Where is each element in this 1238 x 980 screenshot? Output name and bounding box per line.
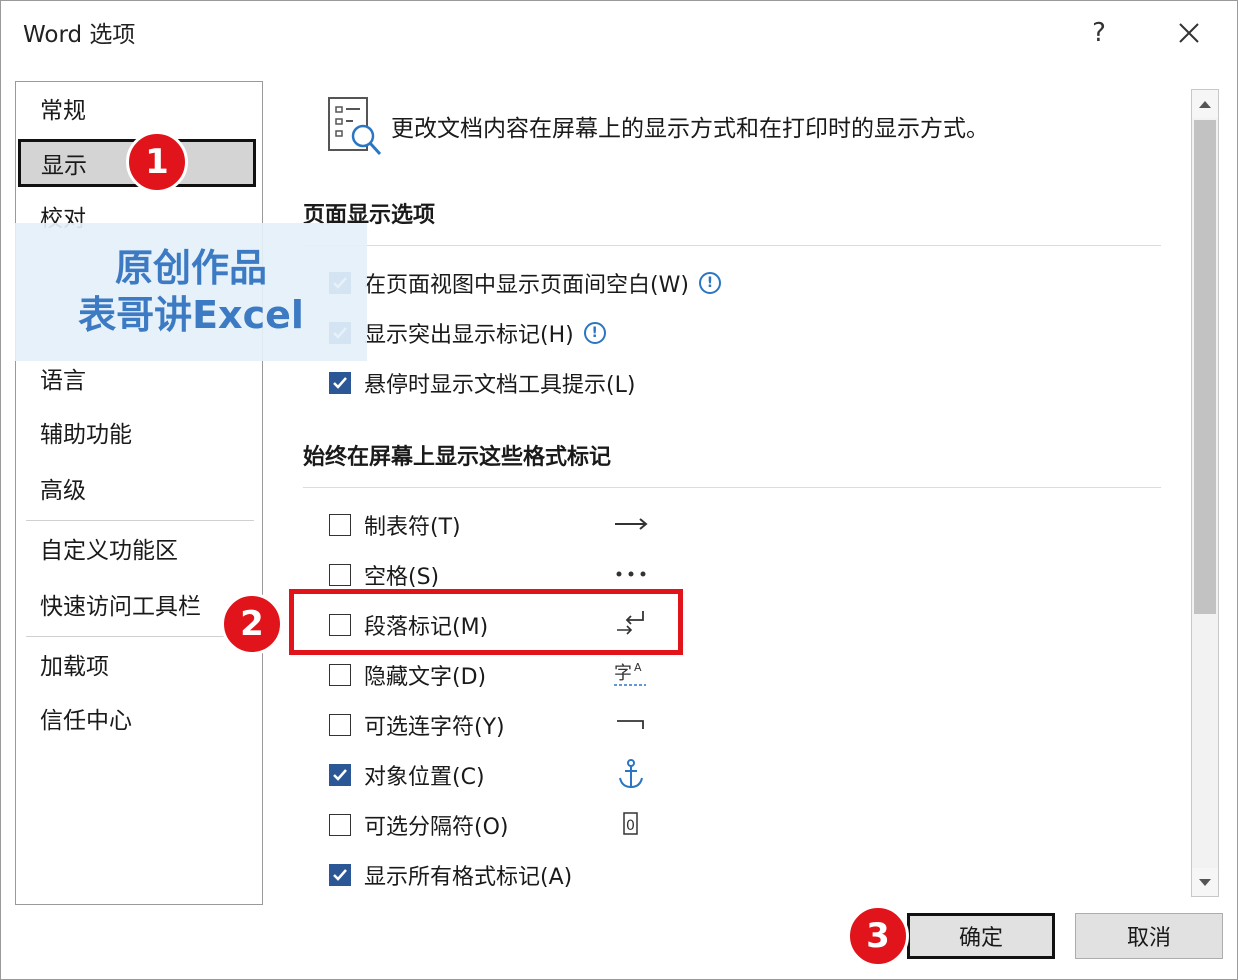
hyphen-mark-symbol — [611, 709, 651, 739]
option-object-anchors[interactable]: 对象位置(C) — [329, 761, 485, 790]
checkbox-show-tooltips[interactable] — [329, 372, 351, 394]
option-show-highlighter[interactable]: 显示突出显示标记(H) ! — [329, 319, 606, 348]
checkmark-icon — [333, 769, 347, 781]
svg-text:A: A — [634, 661, 642, 674]
triangle-down-icon — [1199, 878, 1211, 886]
anchor-mark-symbol — [611, 759, 651, 789]
scroll-thumb[interactable] — [1194, 120, 1216, 614]
option-label: 在页面视图中显示页面间空白(W) — [364, 273, 689, 298]
watermark-line1: 原创作品 — [114, 245, 267, 290]
paragraph-marks-highlight-box — [289, 589, 683, 655]
hidden-text-icon: 字A — [614, 661, 646, 686]
info-icon[interactable]: ! — [698, 272, 721, 294]
not-sign-icon — [617, 720, 644, 729]
option-label: 空格(S) — [364, 565, 440, 590]
question-mark-icon: ? — [1092, 18, 1106, 48]
close-icon — [1179, 23, 1199, 43]
triangle-up-icon — [1199, 100, 1211, 108]
info-icon[interactable]: ! — [583, 322, 606, 344]
display-options-panel: 更改文档内容在屏幕上的显示方式和在打印时的显示方式。 页面显示选项 在页面视图中… — [263, 81, 1193, 903]
display-settings-icon — [328, 97, 382, 156]
checkbox-optional-breaks[interactable] — [329, 814, 351, 836]
scroll-up-button[interactable] — [1192, 90, 1218, 118]
category-nav: 常规 显示 校对 语言 辅助功能 高级 自定义功能区 快速访问工具栏 加载项 信… — [15, 81, 263, 905]
option-label: 隐藏文字(D) — [364, 665, 487, 690]
checkbox-hidden-text[interactable] — [329, 664, 351, 686]
section-title-formatting-marks: 始终在屏幕上显示这些格式标记 — [303, 445, 612, 470]
option-label: 显示突出显示标记(H) — [364, 323, 574, 348]
dots-icon — [616, 571, 646, 577]
nav-item-language[interactable]: 语言 — [40, 358, 86, 398]
tab-mark-symbol — [611, 509, 651, 539]
section-divider — [303, 245, 1161, 246]
checkbox-tab-characters[interactable] — [329, 514, 351, 536]
option-label: 可选连字符(Y) — [364, 715, 505, 740]
option-show-all-marks[interactable]: 显示所有格式标记(A) — [329, 861, 573, 890]
option-label: 制表符(T) — [364, 515, 461, 540]
section-divider — [303, 487, 1161, 488]
step-marker-1: 1 — [126, 131, 188, 193]
option-show-tooltips[interactable]: 悬停时显示文档工具提示(L) — [329, 369, 636, 398]
watermark: 原创作品 表哥讲Excel — [15, 223, 367, 361]
checkmark-icon — [333, 377, 347, 389]
svg-text:0: 0 — [626, 818, 635, 834]
step-marker-2: 2 — [221, 593, 283, 655]
checkbox-spaces[interactable] — [329, 564, 351, 586]
step-marker-3: 3 — [847, 905, 909, 967]
panel-description: 更改文档内容在屏幕上的显示方式和在打印时的显示方式。 — [391, 116, 989, 142]
word-options-dialog: Word 选项 ? 常规 显示 校对 语言 辅助功能 高级 自定义功能区 快速访… — [0, 0, 1238, 980]
nav-item-general[interactable]: 常规 — [40, 88, 86, 128]
arrow-right-icon — [615, 518, 648, 530]
option-label: 可选分隔符(O) — [364, 815, 509, 840]
option-optional-breaks[interactable]: 可选分隔符(O) — [329, 811, 509, 840]
vertical-scrollbar[interactable] — [1191, 89, 1219, 897]
option-spaces[interactable]: 空格(S) — [329, 561, 440, 590]
option-optional-hyphens[interactable]: 可选连字符(Y) — [329, 711, 505, 740]
nav-item-quick-access-toolbar[interactable]: 快速访问工具栏 — [40, 584, 201, 624]
nav-item-add-ins[interactable]: 加载项 — [40, 644, 109, 684]
nav-item-trust-center[interactable]: 信任中心 — [40, 698, 132, 738]
nav-separator — [26, 520, 254, 521]
anchor-icon — [619, 759, 643, 789]
space-mark-symbol — [611, 559, 651, 589]
help-button[interactable]: ? — [1077, 13, 1121, 53]
dialog-title: Word 选项 — [23, 22, 136, 48]
nav-separator — [26, 636, 254, 637]
nav-item-customize-ribbon[interactable]: 自定义功能区 — [40, 528, 178, 568]
option-label: 对象位置(C) — [364, 765, 485, 790]
checkbox-show-all-marks[interactable] — [329, 864, 351, 886]
option-show-whitespace[interactable]: 在页面视图中显示页面间空白(W) ! — [329, 269, 721, 298]
checkbox-object-anchors[interactable] — [329, 764, 351, 786]
checkmark-icon — [333, 869, 347, 881]
option-hidden-text[interactable]: 隐藏文字(D) — [329, 661, 487, 690]
cancel-button[interactable]: 取消 — [1075, 913, 1223, 959]
close-button[interactable] — [1167, 13, 1211, 53]
watermark-line2: 表哥讲Excel — [78, 293, 304, 337]
svg-text:字: 字 — [614, 663, 632, 684]
option-label: 悬停时显示文档工具提示(L) — [364, 373, 636, 398]
option-label: 显示所有格式标记(A) — [364, 865, 573, 890]
scroll-down-button[interactable] — [1192, 868, 1218, 896]
nav-item-accessibility[interactable]: 辅助功能 — [40, 412, 132, 452]
ok-button[interactable]: 确定 — [907, 913, 1055, 959]
hidden-text-symbol: 字A — [611, 659, 651, 689]
option-tab-characters[interactable]: 制表符(T) — [329, 511, 461, 540]
break-icon: 0 — [623, 812, 638, 835]
optional-break-symbol: 0 — [611, 809, 651, 839]
nav-item-advanced[interactable]: 高级 — [40, 468, 86, 508]
checkbox-optional-hyphens[interactable] — [329, 714, 351, 736]
